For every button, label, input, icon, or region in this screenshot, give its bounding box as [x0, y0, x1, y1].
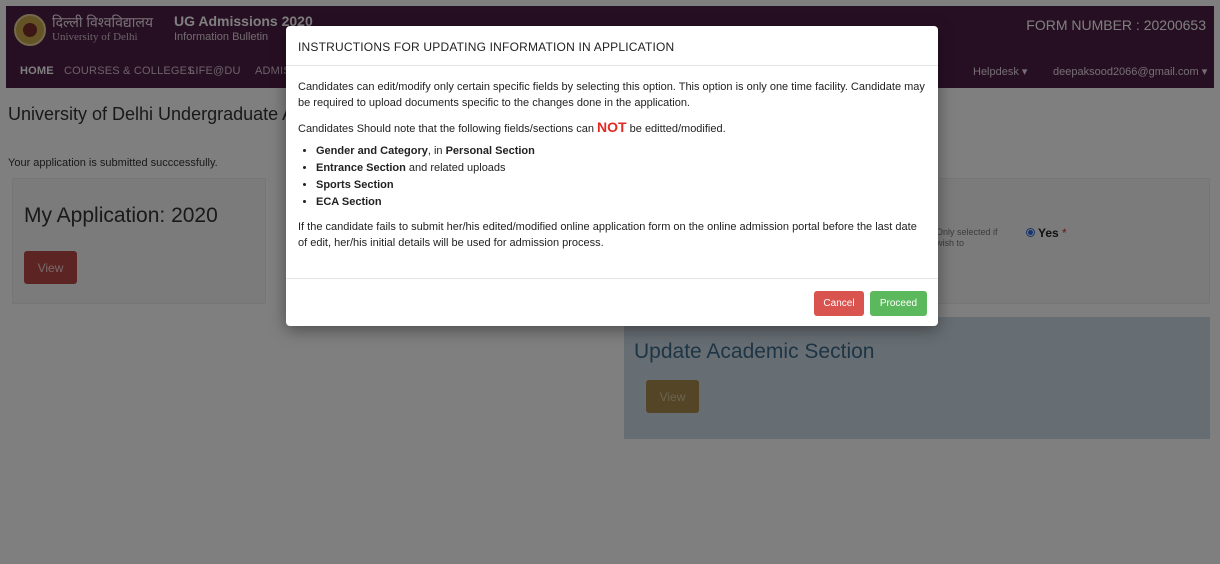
list-item: Sports Section	[316, 177, 926, 194]
not-emphasis: NOT	[597, 119, 627, 135]
modal-header: INSTRUCTIONS FOR UPDATING INFORMATION IN…	[286, 26, 938, 66]
modal-paragraph-intro: Candidates can edit/modify only certain …	[298, 81, 925, 109]
restricted-sections-list: Gender and Category, in Personal Section…	[316, 143, 926, 211]
cancel-button[interactable]: Cancel	[814, 291, 864, 316]
list-item: Entrance Section and related uploads	[316, 160, 926, 177]
instructions-modal: INSTRUCTIONS FOR UPDATING INFORMATION IN…	[286, 26, 938, 326]
restriction-text-post: be editted/modified.	[626, 123, 726, 135]
restriction-text-pre: Candidates Should note that the followin…	[298, 123, 598, 135]
modal-body: Candidates can edit/modify only certain …	[298, 79, 926, 259]
list-item: Gender and Category, in Personal Section	[316, 143, 926, 160]
modal-footer: Cancel Proceed	[286, 278, 938, 326]
modal-title: INSTRUCTIONS FOR UPDATING INFORMATION IN…	[298, 40, 675, 54]
modal-paragraph-deadline: If the candidate fails to submit her/his…	[298, 221, 917, 249]
modal-paragraph-restriction: Candidates Should note that the followin…	[298, 119, 926, 137]
list-item: ECA Section	[316, 194, 926, 211]
proceed-button[interactable]: Proceed	[870, 291, 927, 316]
